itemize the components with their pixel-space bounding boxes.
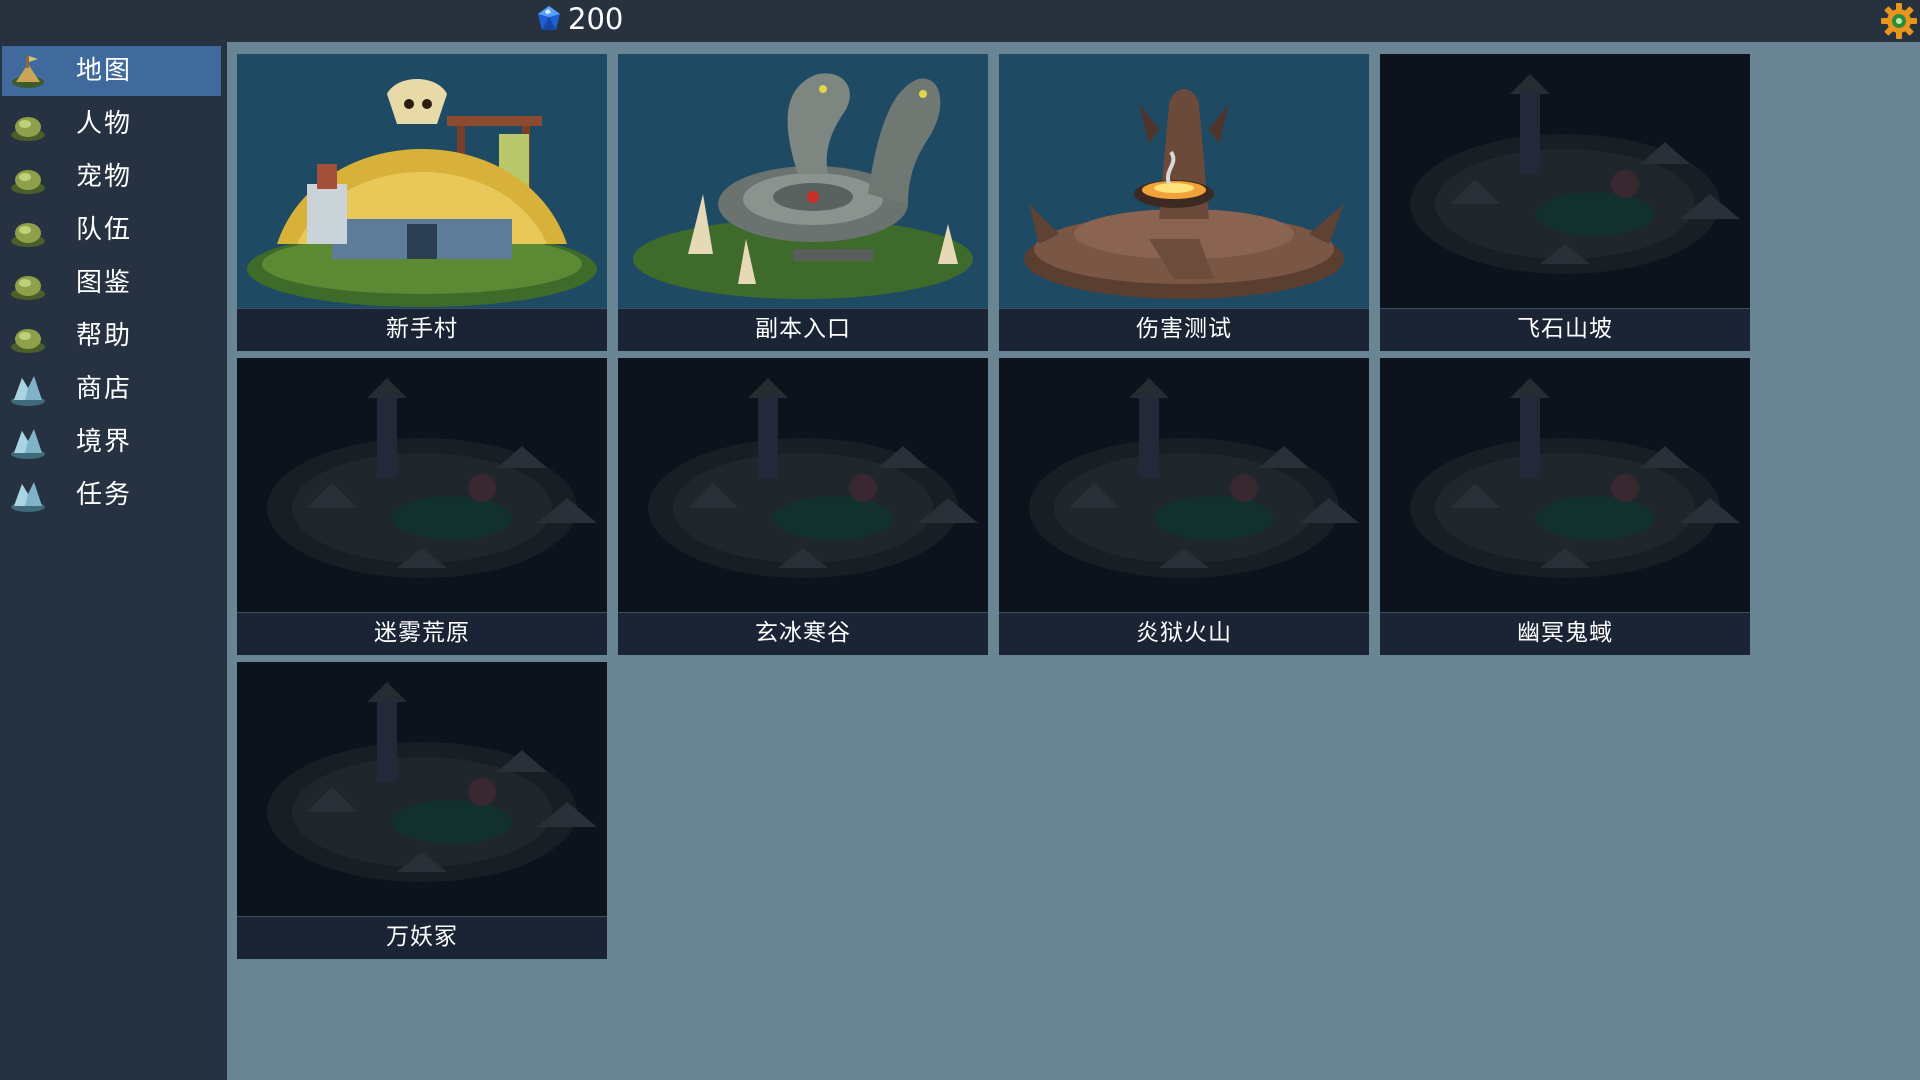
sidebar-item-label: 宠物 (76, 162, 133, 192)
fire-altar-art (999, 54, 1369, 308)
map-card-dungeon-entrance[interactable]: 副本入口 (618, 54, 988, 351)
sidebar-item-label: 队伍 (76, 215, 133, 245)
shop-icon (11, 376, 45, 406)
locked-palace-art (1380, 54, 1750, 308)
map-card-damage-test[interactable]: 伤害测试 (999, 54, 1369, 351)
map-card-demon-tomb[interactable]: 万妖冢 (237, 662, 607, 959)
map-name: 副本入口 (618, 308, 988, 351)
sidebar-item-map[interactable]: 地图 (2, 46, 221, 96)
sidebar-item-team[interactable]: 队伍 (2, 205, 221, 255)
locked-palace-art (999, 358, 1369, 612)
top-bar: 200 (0, 0, 1920, 42)
sidebar-item-shop[interactable]: 商店 (2, 364, 221, 414)
team-icon (11, 223, 45, 247)
sidebar-menu: 地图 人物 宠物 队伍 图鉴 帮助 商店 境界 任务 (0, 42, 227, 1080)
sidebar-item-codex[interactable]: 图鉴 (2, 258, 221, 308)
locked-palace-art (237, 662, 607, 916)
sidebar-item-realm[interactable]: 境界 (2, 417, 221, 467)
blue-gem-icon (538, 6, 560, 30)
locked-palace-art (237, 358, 607, 612)
sidebar-item-help[interactable]: 帮助 (2, 311, 221, 361)
map-name: 新手村 (237, 308, 607, 351)
quest-icon (11, 482, 45, 512)
map-card-inferno-volcano[interactable]: 炎狱火山 (999, 358, 1369, 655)
map-name: 炎狱火山 (999, 612, 1369, 655)
map-card-frost-valley[interactable]: 玄冰寒谷 (618, 358, 988, 655)
village-hut-art (237, 54, 607, 308)
map-name: 幽冥鬼蜮 (1380, 612, 1750, 655)
character-icon (11, 117, 45, 141)
sidebar-item-label: 商店 (76, 374, 133, 404)
map-grid: 新手村 副本入口 伤害测试 飞石山坡 迷雾荒原 玄冰寒谷 炎狱火山 幽冥鬼蜮 万… (227, 42, 1920, 1080)
sidebar-item-label: 任务 (76, 480, 133, 510)
sidebar-item-label: 人物 (76, 109, 133, 139)
currency-display: 200 (536, 0, 623, 38)
sidebar-item-pet[interactable]: 宠物 (2, 152, 221, 202)
map-name: 玄冰寒谷 (618, 612, 988, 655)
sidebar-item-label: 帮助 (76, 321, 133, 351)
map-name: 迷雾荒原 (237, 612, 607, 655)
map-name: 飞石山坡 (1380, 308, 1750, 351)
map-card-misty-wasteland[interactable]: 迷雾荒原 (237, 358, 607, 655)
map-card-netherworld[interactable]: 幽冥鬼蜮 (1380, 358, 1750, 655)
pet-icon (11, 170, 45, 194)
sidebar-item-quest[interactable]: 任务 (2, 470, 221, 520)
sidebar-item-label: 境界 (76, 427, 133, 457)
help-icon (11, 329, 45, 353)
realm-icon (11, 429, 45, 459)
sidebar-item-character[interactable]: 人物 (2, 99, 221, 149)
sidebar-item-label: 图鉴 (76, 268, 133, 298)
dungeon-serpent-altar-art (618, 54, 988, 308)
locked-palace-art (1380, 358, 1750, 612)
map-card-newbie-village[interactable]: 新手村 (237, 54, 607, 351)
map-name: 伤害测试 (999, 308, 1369, 351)
codex-icon (11, 276, 45, 300)
map-card-flying-stone-slope[interactable]: 飞石山坡 (1380, 54, 1750, 351)
map-name: 万妖冢 (237, 916, 607, 959)
sidebar-item-label: 地图 (76, 56, 133, 86)
locked-palace-art (618, 358, 988, 612)
currency-amount: 200 (568, 2, 624, 36)
gear-icon[interactable] (1880, 2, 1918, 40)
map-icon (12, 56, 44, 88)
